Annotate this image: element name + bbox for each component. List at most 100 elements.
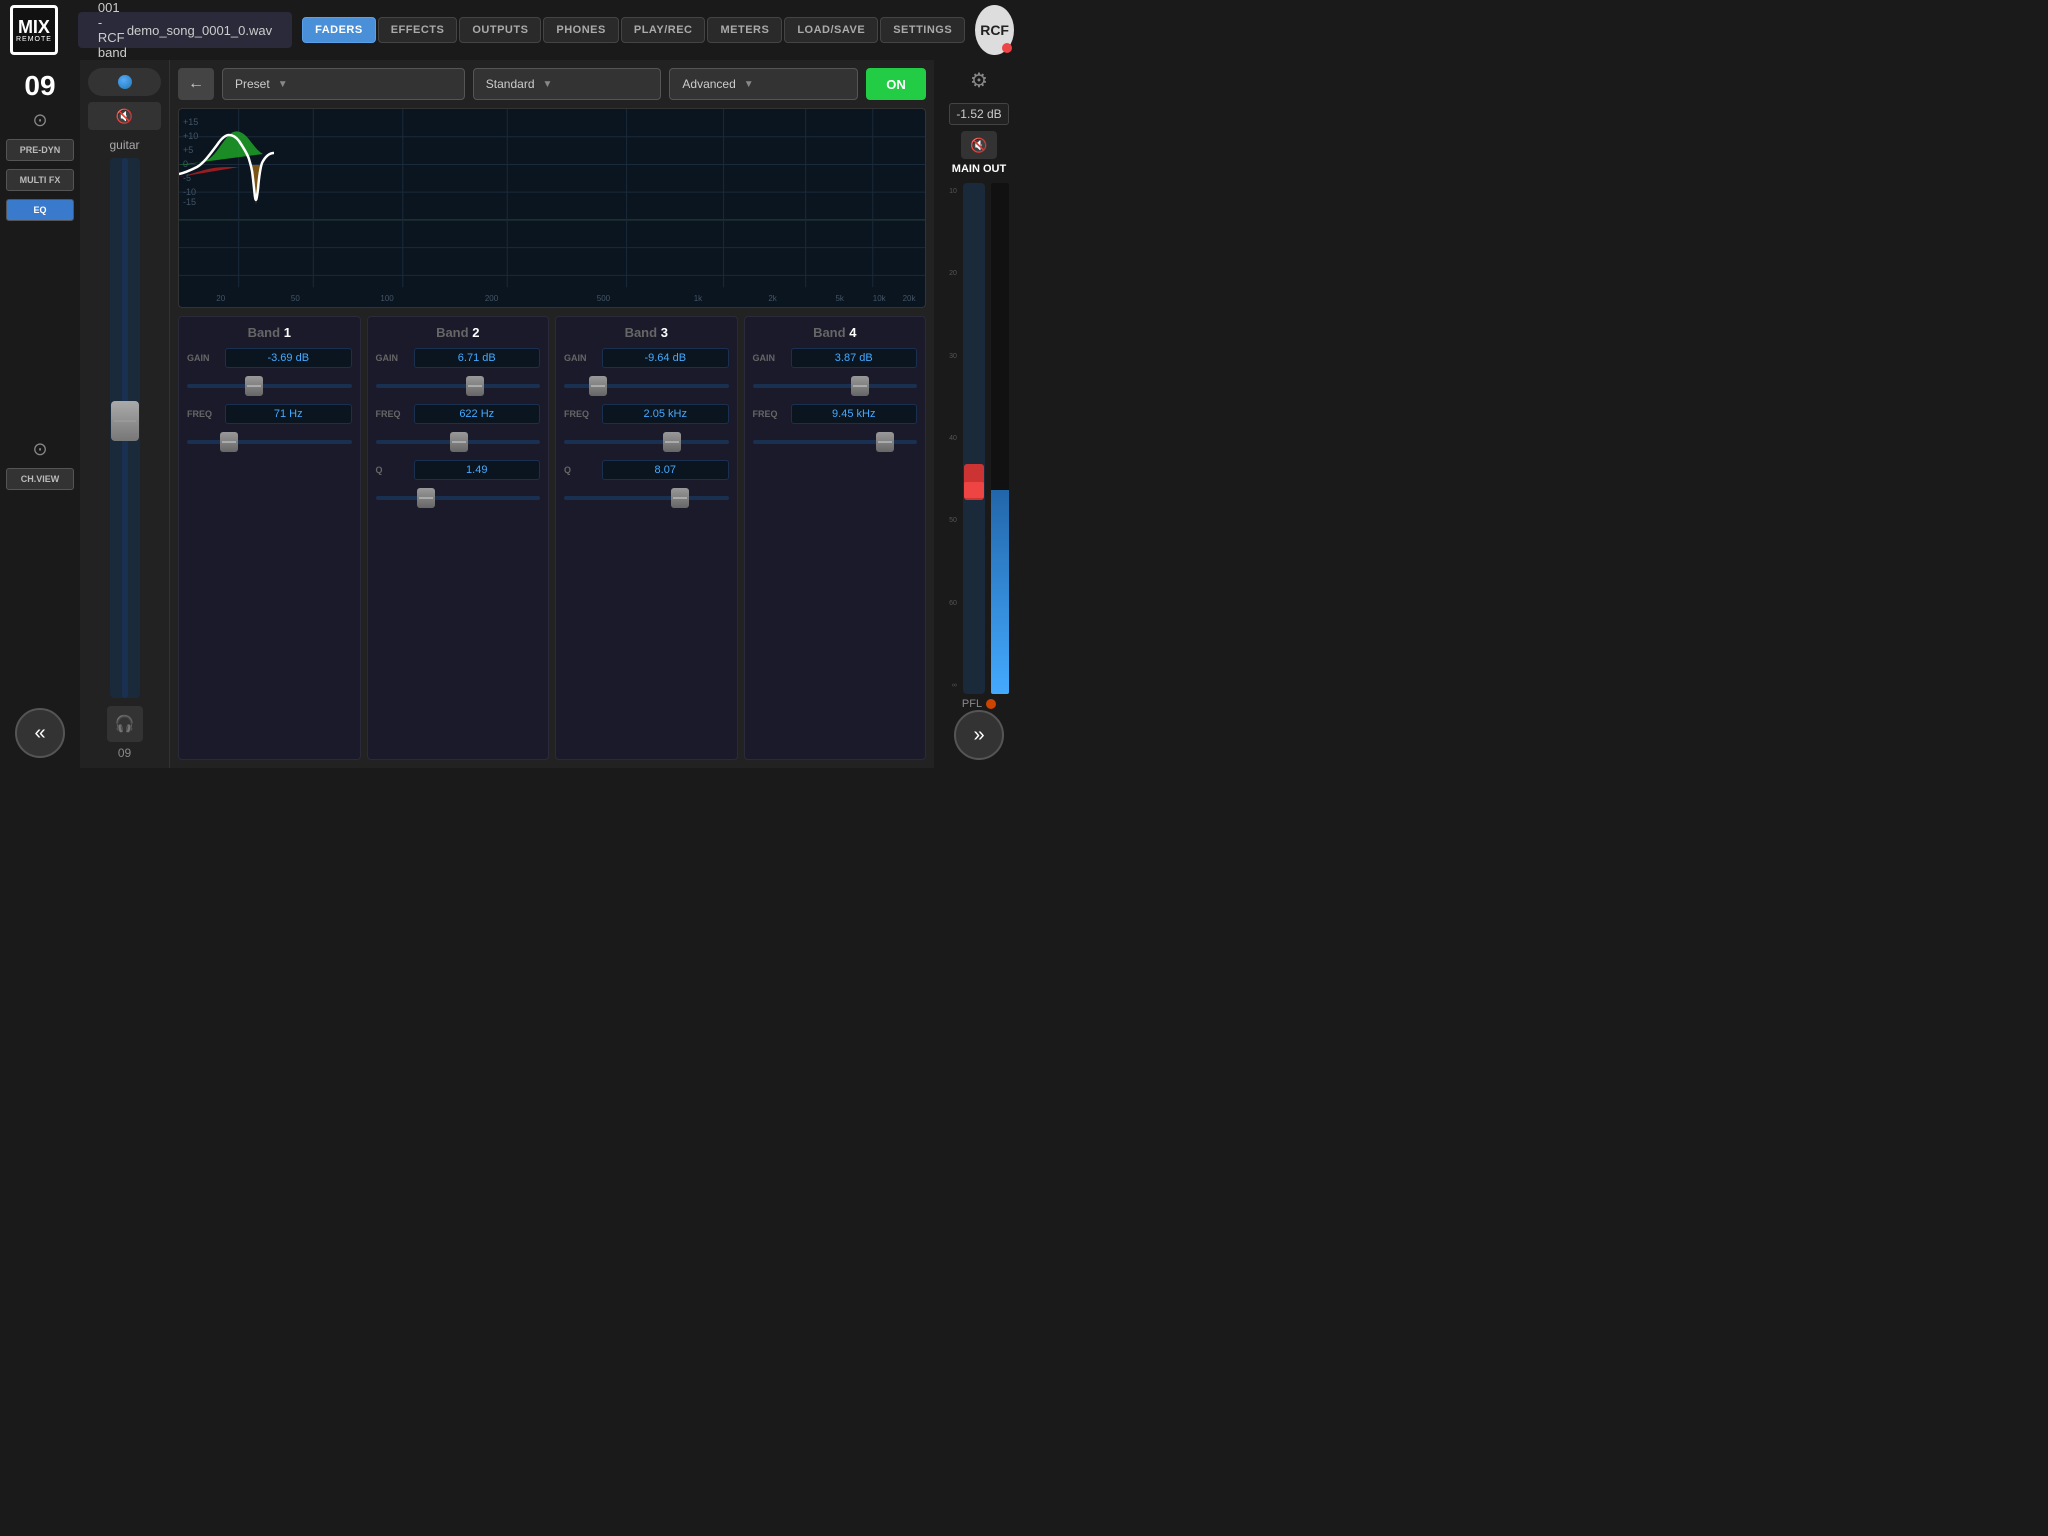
band-1-title: Band 1 — [187, 325, 352, 340]
band-4-freq-handle[interactable] — [876, 432, 894, 452]
band-3-q-handle[interactable] — [671, 488, 689, 508]
right-fader-area: 10 20 30 40 50 60 ∞ — [949, 183, 1009, 694]
preset-dropdown[interactable]: Preset ▼ — [222, 68, 465, 100]
next-button[interactable]: » — [954, 710, 1004, 760]
pan-knob[interactable] — [118, 75, 132, 89]
right-fader-track[interactable] — [963, 183, 985, 694]
advanced-label: Advanced — [682, 77, 735, 91]
band-2-freq-label: FREQ — [376, 409, 410, 419]
band-1-gain-handle[interactable] — [245, 376, 263, 396]
band-2-gain-slider[interactable] — [376, 376, 541, 396]
fader-scale: 10 20 30 40 50 60 ∞ — [949, 183, 957, 694]
band-4-gain-value[interactable]: 3.87 dB — [791, 348, 918, 368]
advanced-dropdown[interactable]: Advanced ▼ — [669, 68, 858, 100]
eq-display: +15 +10 +5 0 -5 -10 -15 20 50 100 200 50… — [178, 108, 926, 308]
band-3-gain-slider[interactable] — [564, 376, 729, 396]
level-meter — [991, 183, 1009, 694]
band-4-freq-value[interactable]: 9.45 kHz — [791, 404, 918, 424]
svg-text:+10: +10 — [183, 131, 198, 141]
down-icon: ⊙ — [32, 439, 47, 460]
band-2-q-slider[interactable] — [376, 488, 541, 508]
band-1-freq-value[interactable]: 71 Hz — [225, 404, 352, 424]
mute-button-right[interactable]: 🔇 — [961, 131, 997, 159]
band-2-gain-value[interactable]: 6.71 dB — [414, 348, 541, 368]
tab-loadsave[interactable]: LOAD/SAVE — [784, 17, 878, 43]
band-4-gain-row: GAIN 3.87 dB — [753, 348, 918, 368]
band-3-gain-value[interactable]: -9.64 dB — [602, 348, 729, 368]
band-2-gain-handle[interactable] — [466, 376, 484, 396]
band-1-freq-handle[interactable] — [220, 432, 238, 452]
band-2-freq-handle[interactable] — [450, 432, 468, 452]
right-fader-handle-inner[interactable] — [964, 482, 984, 498]
tab-faders[interactable]: FADERS — [302, 17, 376, 43]
fader-track — [122, 158, 128, 698]
preset-label: Preset — [235, 77, 270, 91]
band-4-gain-slider[interactable] — [753, 376, 918, 396]
band-3-freq-track — [564, 440, 729, 444]
band-2-q-track — [376, 496, 541, 500]
channel-fader[interactable] — [110, 158, 140, 698]
band-2-title: Band 2 — [376, 325, 541, 340]
band-3-freq-value[interactable]: 2.05 kHz — [602, 404, 729, 424]
band-3-title: Band 3 — [564, 325, 729, 340]
tab-playrec[interactable]: PLAY/REC — [621, 17, 706, 43]
band-2-q-handle[interactable] — [417, 488, 435, 508]
eq-grid-svg: +15 +10 +5 0 -5 -10 -15 20 50 100 200 50… — [179, 109, 925, 307]
headphone-button[interactable]: 🎧 — [107, 706, 143, 742]
svg-text:+5: +5 — [183, 145, 193, 155]
band-3-q-value[interactable]: 8.07 — [602, 460, 729, 480]
tab-effects[interactable]: EFFECTS — [378, 17, 458, 43]
multi-fx-button[interactable]: MULTI FX — [6, 169, 74, 191]
band-2-q-value[interactable]: 1.49 — [414, 460, 541, 480]
back-button[interactable]: ← — [178, 68, 214, 100]
mute-button-strip[interactable]: 🔇 — [88, 102, 161, 130]
prev-button[interactable]: « — [15, 708, 65, 758]
logo: MIX REMOTE — [10, 5, 58, 55]
tab-settings[interactable]: SETTINGS — [880, 17, 965, 43]
band-3-q-track — [564, 496, 729, 500]
band-4-gain-handle[interactable] — [851, 376, 869, 396]
band-1-gain-track — [187, 384, 352, 388]
band-3-gain-label: GAIN — [564, 353, 598, 363]
band-3-freq-row: FREQ 2.05 kHz — [564, 404, 729, 424]
pre-dyn-button[interactable]: PRE-DYN — [6, 139, 74, 161]
standard-dropdown[interactable]: Standard ▼ — [473, 68, 662, 100]
band-3-q-slider[interactable] — [564, 488, 729, 508]
preset-arrow: ▼ — [278, 79, 288, 90]
band-3-freq-handle[interactable] — [663, 432, 681, 452]
band-2-q-label: Q — [376, 465, 410, 475]
tab-outputs[interactable]: OUTPUTS — [459, 17, 541, 43]
band-2-freq-slider[interactable] — [376, 432, 541, 452]
band-3-gain-handle[interactable] — [589, 376, 607, 396]
eq-button[interactable]: EQ — [6, 199, 74, 221]
on-button[interactable]: ON — [866, 68, 926, 100]
advanced-arrow: ▼ — [744, 79, 754, 90]
svg-text:0: 0 — [183, 159, 188, 169]
svg-text:50: 50 — [291, 294, 300, 303]
band-3-freq-slider[interactable] — [564, 432, 729, 452]
pan-knob-row — [88, 68, 161, 96]
rcf-logo: RCF — [975, 5, 1014, 55]
level-bar — [991, 490, 1009, 694]
band-1-gain-value[interactable]: -3.69 dB — [225, 348, 352, 368]
eq-band-3: Band 3 GAIN -9.64 dB FREQ 2.05 kHz — [555, 316, 738, 760]
band-2-freq-value[interactable]: 622 Hz — [414, 404, 541, 424]
band-2-freq-track — [376, 440, 541, 444]
band-1-gain-row: GAIN -3.69 dB — [187, 348, 352, 368]
band-2-gain-label: GAIN — [376, 353, 410, 363]
band-1-freq-slider[interactable] — [187, 432, 352, 452]
tab-meters[interactable]: METERS — [707, 17, 782, 43]
tab-phones[interactable]: PHONES — [543, 17, 618, 43]
fader-handle[interactable] — [111, 401, 139, 441]
eq-panel: ← Preset ▼ Standard ▼ Advanced ▼ ON — [170, 60, 934, 768]
band-2-q-row: Q 1.49 — [376, 460, 541, 480]
band-1-gain-slider[interactable] — [187, 376, 352, 396]
gear-icon[interactable]: ⚙ — [970, 68, 988, 93]
logo-mix: MIX — [18, 18, 50, 36]
band-1-freq-row: FREQ 71 Hz — [187, 404, 352, 424]
band-4-gain-track — [753, 384, 918, 388]
ch-view-button[interactable]: CH.VIEW — [6, 468, 74, 490]
svg-text:2k: 2k — [768, 294, 777, 303]
channel-number: 09 — [24, 70, 55, 102]
band-4-freq-slider[interactable] — [753, 432, 918, 452]
